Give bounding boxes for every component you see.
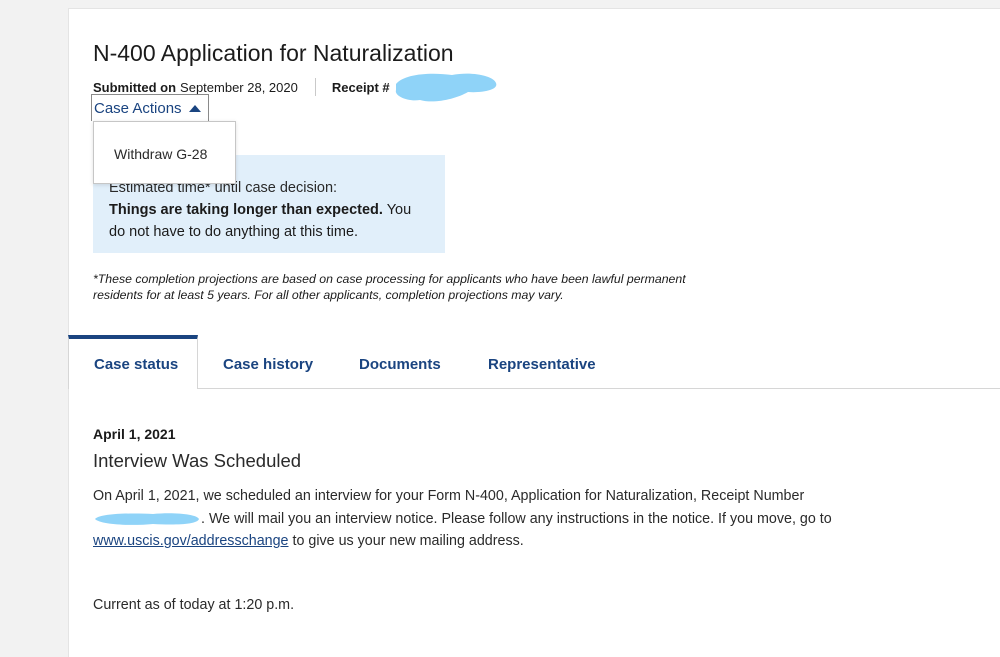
estimate-status: Things are taking longer than expected. — [109, 202, 383, 218]
tab-case-status[interactable]: Case status — [68, 335, 198, 389]
event-date: April 1, 2021 — [93, 426, 176, 442]
event-text-3: to give us your new mailing address. — [288, 533, 524, 549]
page: N-400 Application for Naturalization Sub… — [0, 0, 1000, 657]
menu-item-withdraw-g28[interactable]: Withdraw G-28 — [114, 146, 207, 162]
case-actions-menu: Withdraw G-28 — [93, 121, 236, 184]
case-actions-label: Case Actions — [94, 99, 182, 117]
address-change-link[interactable]: www.uscis.gov/addresschange — [93, 533, 289, 549]
case-actions-button[interactable]: Case Actions — [91, 94, 209, 121]
event-text-2: . We will mail you an interview notice. … — [201, 510, 832, 527]
tab-representative[interactable]: Representative — [488, 335, 596, 388]
event-description: On April 1, 2021, we scheduled an interv… — [93, 485, 893, 553]
current-as-of: Current as of today at 1:20 p.m. — [93, 597, 295, 613]
caret-up-icon — [188, 104, 201, 112]
receipt-redaction — [395, 73, 497, 102]
completion-footnote: *These completion projections are based … — [93, 272, 686, 302]
page-title: N-400 Application for Naturalization — [93, 40, 454, 66]
receipt-number-redaction — [95, 512, 199, 525]
tab-documents[interactable]: Documents — [359, 335, 441, 388]
submitted-date: September 28, 2020 — [180, 79, 298, 95]
receipt-label: Receipt # — [331, 79, 390, 95]
submitted-label: Submitted on — [93, 79, 177, 95]
event-text-1: On April 1, 2021, we scheduled an interv… — [93, 488, 805, 504]
tab-case-history[interactable]: Case history — [223, 335, 313, 388]
meta-divider — [314, 78, 316, 96]
case-tabs: Case status Case history Documents Repre… — [68, 335, 1000, 389]
event-title: Interview Was Scheduled — [93, 450, 302, 471]
